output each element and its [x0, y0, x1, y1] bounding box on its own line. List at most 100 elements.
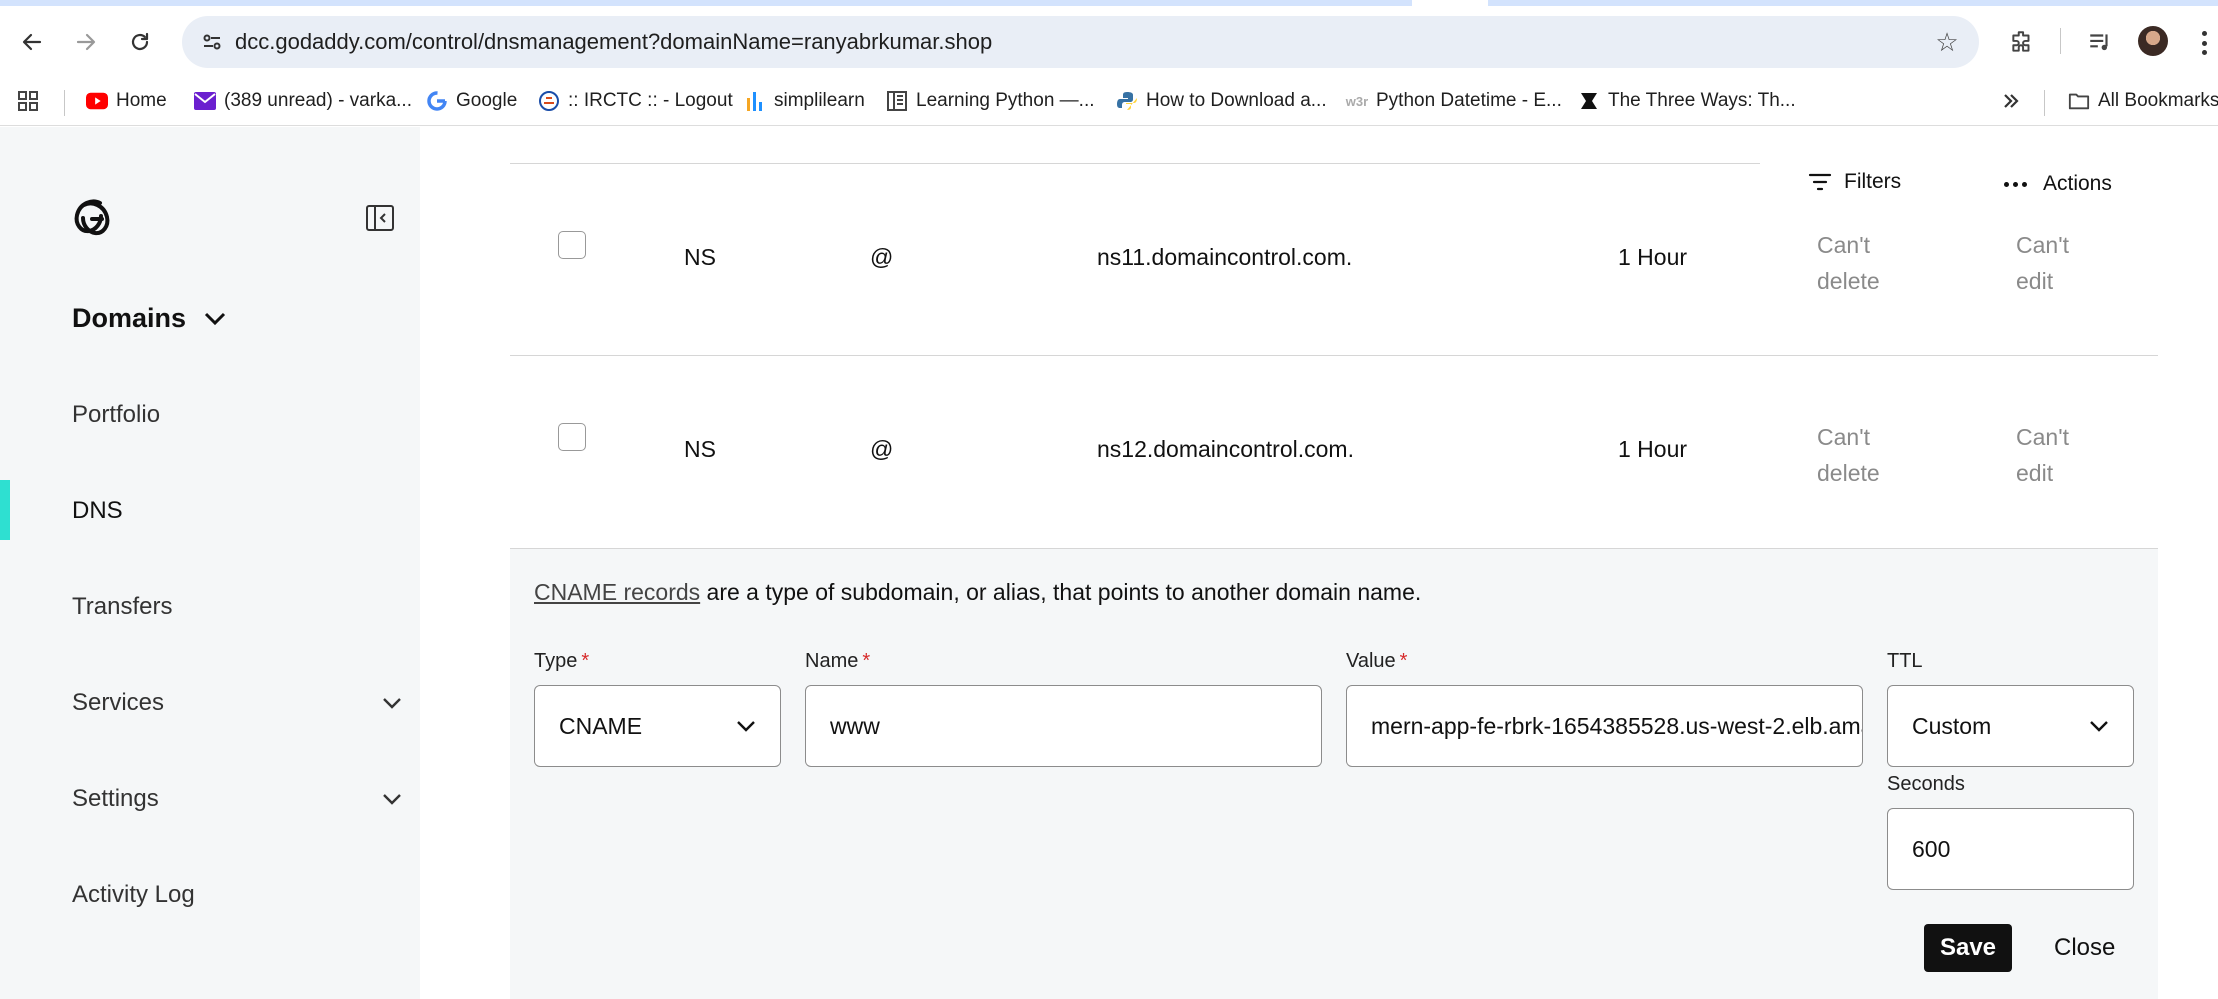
more-bookmarks-icon[interactable] — [2000, 86, 2022, 116]
address-bar[interactable]: dcc.godaddy.com/control/dnsmanagement?do… — [182, 16, 1979, 68]
profile-avatar[interactable] — [2138, 26, 2168, 56]
forward-arrow-icon — [76, 33, 96, 51]
back-arrow-icon — [22, 33, 42, 51]
cant-delete-text: Can't delete — [1817, 232, 1880, 294]
record-type: NS — [684, 244, 716, 270]
bookmark-learning-python[interactable]: Learning Python —... — [886, 86, 1095, 116]
row-checkbox[interactable] — [558, 423, 586, 451]
add-record-form: CNAME records are a type of subdomain, o… — [510, 549, 2158, 999]
bookmark-label: Google — [456, 90, 518, 111]
ttl-value: Custom — [1912, 712, 1992, 739]
seconds-input[interactable]: 600 — [1887, 808, 2134, 890]
bookmark-label: Learning Python —... — [916, 90, 1095, 111]
reload-icon — [131, 32, 149, 51]
python-icon — [1116, 90, 1138, 112]
cant-edit-text: Can't edit — [2016, 424, 2069, 486]
seconds-label: Seconds — [1887, 773, 1965, 795]
intro-text: are a type of subdomain, or alias, that … — [700, 579, 1422, 605]
sidebar-item-portfolio[interactable]: Portfolio — [72, 395, 402, 435]
table-divider — [510, 163, 1760, 164]
bookmark-mail[interactable]: (389 unread) - varka... — [194, 86, 412, 116]
folder-icon — [2068, 90, 2090, 112]
godaddy-page: Domains Portfolio DNS Transfers Services… — [0, 127, 2218, 999]
sidebar-item-label: Settings — [72, 785, 159, 812]
cname-records-link[interactable]: CNAME records — [534, 579, 700, 605]
bookmark-simplilearn[interactable]: simplilearn — [744, 86, 865, 116]
w3r-icon: w3r — [1345, 93, 1369, 109]
type-select[interactable]: CNAME — [534, 685, 781, 767]
sidebar-item-label: DNS — [72, 497, 123, 524]
back-button[interactable] — [12, 22, 52, 62]
bookmarks-divider — [64, 90, 65, 116]
value-label: Value * — [1346, 650, 1408, 672]
bookmark-label: :: IRCTC :: - Logout — [568, 90, 733, 111]
youtube-icon — [86, 90, 108, 112]
bookmark-label: How to Download a... — [1146, 90, 1327, 111]
record-type: NS — [684, 436, 716, 462]
row-checkbox[interactable] — [558, 231, 586, 259]
reload-button[interactable] — [120, 22, 160, 62]
bookmark-star-icon[interactable]: ☆ — [1929, 24, 1965, 60]
name-input[interactable]: www — [805, 685, 1322, 767]
bookmark-irctc[interactable]: :: IRCTC :: - Logout — [538, 86, 733, 116]
sidebar-item-label: Activity Log — [72, 881, 195, 908]
bookmark-label: Python Datetime - E... — [1376, 90, 1562, 111]
sidebar-item-activity-log[interactable]: Activity Log — [72, 875, 402, 915]
chevron-down-icon — [204, 312, 226, 325]
bookmark-three-ways[interactable]: The Three Ways: Th... — [1578, 86, 1796, 116]
media-controls-icon[interactable] — [2082, 24, 2118, 60]
sidebar-item-services[interactable]: Services — [72, 683, 402, 723]
bookmarks-bar: Home (389 unread) - varka... Google :: I… — [0, 76, 2218, 126]
record-ttl: 1 Hour — [1618, 244, 1688, 270]
toolbar-divider — [2060, 28, 2061, 54]
sidebar-item-transfers[interactable]: Transfers — [72, 587, 402, 627]
chevron-down-icon — [383, 698, 401, 709]
active-indicator — [0, 480, 10, 540]
domains-section[interactable]: Domains — [72, 303, 226, 334]
godaddy-logo-icon[interactable] — [70, 195, 114, 239]
irctc-icon — [538, 90, 560, 112]
cant-delete-text: Can't delete — [1817, 424, 1880, 486]
record-value: ns12.domaincontrol.com. — [1097, 436, 1354, 462]
type-label: Type * — [534, 650, 590, 672]
seconds-value: 600 — [1912, 835, 1951, 862]
bookmark-how-to-download[interactable]: How to Download a... — [1116, 86, 1327, 116]
bookmark-google[interactable]: Google — [426, 86, 517, 116]
bookmark-label: The Three Ways: Th... — [1608, 90, 1796, 111]
collapse-sidebar-icon[interactable] — [365, 203, 395, 233]
close-button[interactable]: Close — [2054, 924, 2115, 972]
type-value: CNAME — [559, 712, 643, 739]
all-bookmarks-folder[interactable]: All Bookmarks — [2068, 86, 2218, 116]
simplilearn-icon — [744, 90, 766, 112]
form-intro: CNAME records are a type of subdomain, o… — [534, 579, 1421, 606]
mail-icon — [194, 90, 216, 112]
sidebar-item-dns[interactable]: DNS — [72, 491, 402, 531]
chevron-down-icon — [2089, 720, 2109, 732]
sidebar-item-label: Transfers — [72, 593, 173, 620]
record-name: @ — [870, 436, 894, 462]
name-value: www — [830, 712, 880, 739]
browser-menu-icon[interactable] — [2196, 26, 2212, 60]
book-icon — [886, 90, 908, 112]
chevron-down-icon — [736, 720, 756, 732]
sidebar-item-settings[interactable]: Settings — [72, 779, 402, 819]
ttl-select[interactable]: Custom — [1887, 685, 2134, 767]
bookmark-home[interactable]: Home — [86, 86, 167, 116]
domains-title: Domains — [72, 303, 187, 333]
sidebar: Domains Portfolio DNS Transfers Services… — [0, 127, 420, 999]
browser-toolbar: dcc.godaddy.com/control/dnsmanagement?do… — [0, 6, 2218, 76]
forward-button[interactable] — [66, 22, 106, 62]
extensions-icon[interactable] — [2004, 24, 2040, 60]
apps-grid-icon[interactable] — [16, 86, 40, 116]
save-button[interactable]: Save — [1924, 924, 2012, 972]
value-input[interactable]: mern-app-fe-rbrk-1654385528.us-west-2.el… — [1346, 685, 1863, 767]
name-label: Name * — [805, 650, 871, 672]
site-info-icon[interactable] — [194, 24, 230, 60]
table-row: NS @ ns11.domaincontrol.com. 1 Hour Can'… — [510, 165, 2158, 355]
bookmark-python-datetime[interactable]: w3r Python Datetime - E... — [1346, 86, 1562, 116]
url-text[interactable]: dcc.godaddy.com/control/dnsmanagement?do… — [235, 29, 992, 55]
all-bookmarks-label: All Bookmarks — [2098, 90, 2218, 111]
cant-edit-text: Can't edit — [2016, 232, 2069, 294]
ttl-label: TTL — [1887, 650, 1923, 672]
record-ttl: 1 Hour — [1618, 436, 1688, 462]
